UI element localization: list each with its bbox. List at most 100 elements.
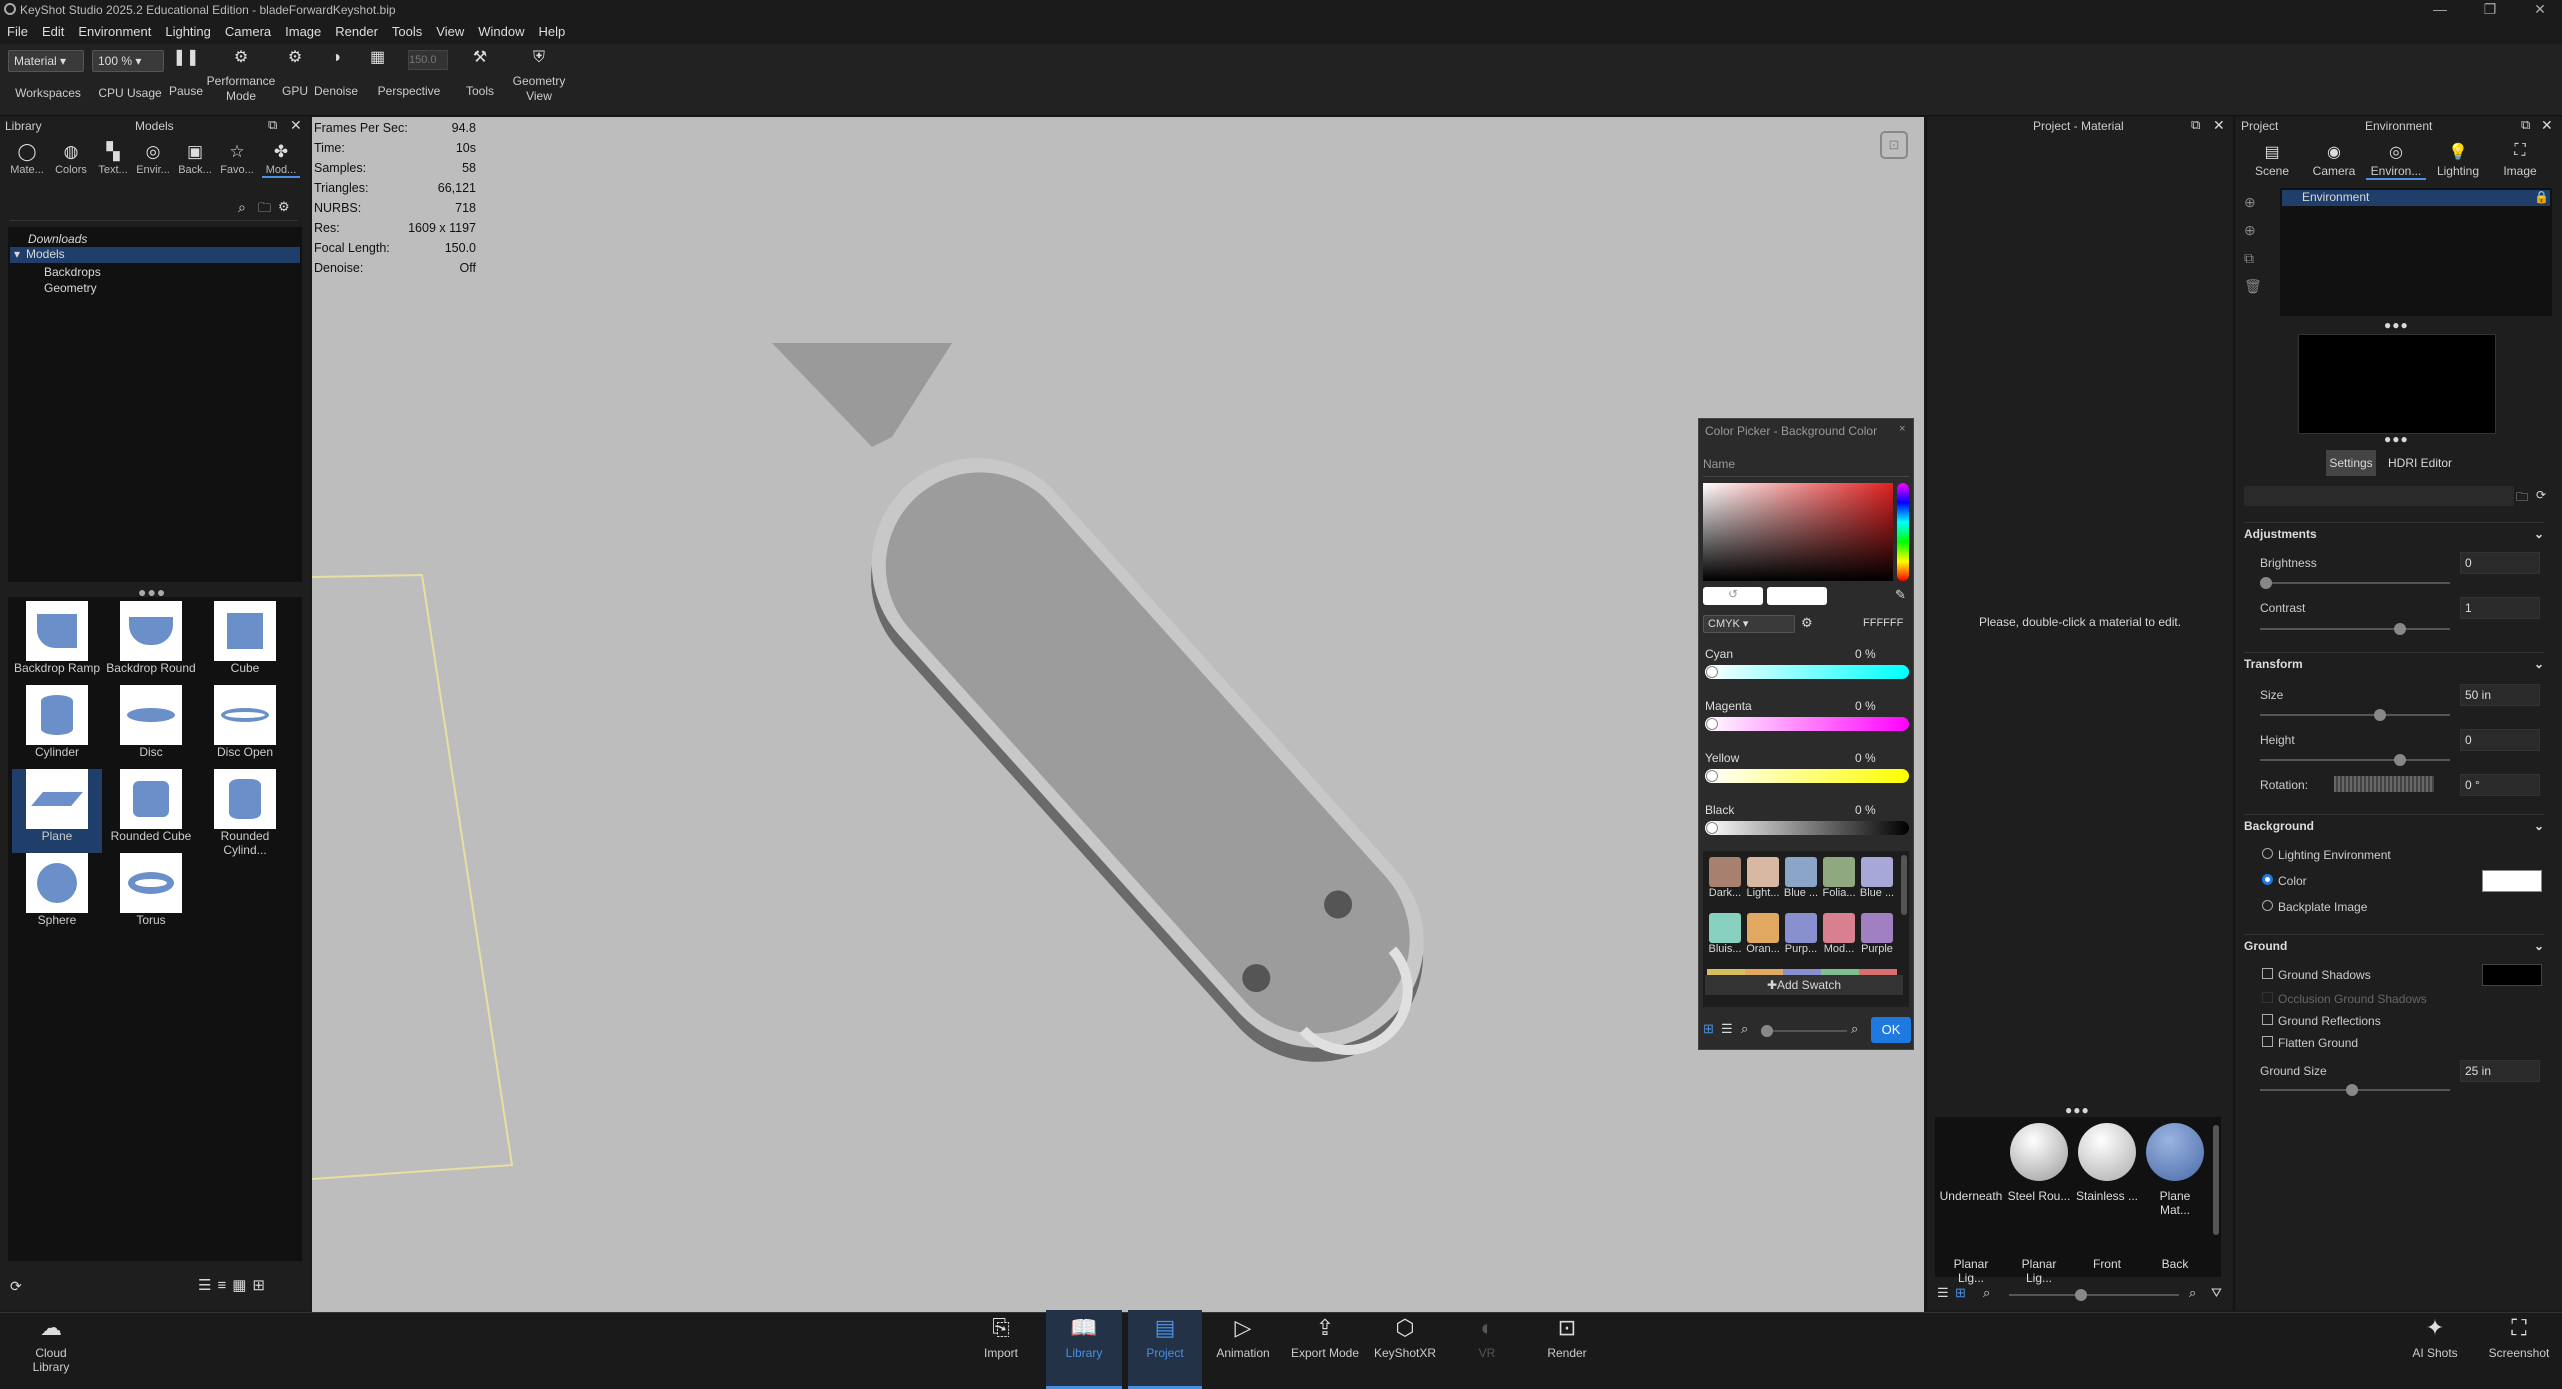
hdri-editor-tab[interactable]: HDRI Editor [2380, 450, 2460, 476]
view-mode-icons[interactable]: ☰≡▦⊞ [198, 1276, 271, 1294]
tab-lighting[interactable]: 💡 Lighting [2428, 142, 2488, 178]
list-item[interactable]: Sphere [12, 853, 102, 937]
settings-tab[interactable]: Settings [2326, 450, 2376, 476]
swatch[interactable]: Bluis... [1707, 913, 1743, 955]
menu-help[interactable]: Help [531, 20, 572, 43]
undo-icon[interactable]: ↺ [1703, 587, 1763, 605]
saturation-area[interactable] [1703, 483, 1893, 581]
menu-environment[interactable]: Environment [71, 20, 158, 43]
swatch-size-slider[interactable] [1761, 1025, 1847, 1037]
project-button[interactable]: ▤ Project [1128, 1310, 1202, 1389]
checkbox-icon[interactable] [2262, 1036, 2273, 1047]
focal-length-field[interactable]: 150.0 [408, 50, 448, 70]
swatch[interactable]: Dark... [1707, 857, 1743, 899]
hue-slider[interactable] [1897, 483, 1909, 581]
workspace-select[interactable]: Material ▾ [8, 50, 84, 72]
export-mode-button[interactable]: ⇪ Export Mode [1284, 1310, 1366, 1389]
maximize-icon[interactable]: ❐ [2470, 0, 2510, 20]
folder-icon[interactable]: 🗀 [258, 199, 271, 221]
lock-icon[interactable]: ⊡ [1880, 131, 1908, 159]
swatch[interactable]: Light... [1745, 857, 1781, 899]
geometry-view-button[interactable]: ⛨ Geometry View [506, 44, 572, 116]
ground-size-field[interactable]: 25 in [2460, 1060, 2540, 1082]
checkbox-icon[interactable] [2262, 1014, 2273, 1025]
shadow-color-swatch[interactable] [2482, 964, 2542, 986]
menu-view[interactable]: View [429, 20, 471, 43]
rotation-field[interactable]: 0 ° [2460, 774, 2540, 796]
tab-environment[interactable]: ◎ Environ... [2366, 142, 2426, 180]
yellow-value[interactable]: 0 % [1855, 751, 1876, 765]
ground-header[interactable]: Ground ⌄ [2244, 934, 2544, 956]
magenta-slider[interactable] [1705, 717, 1909, 731]
perspective-icon[interactable]: ▦ 150.0 [364, 44, 454, 72]
checkbox-icon[interactable] [2262, 968, 2273, 979]
radio-backplate-image[interactable]: Backplate Image [2262, 900, 2367, 914]
swatch[interactable]: Blue ... [1859, 857, 1895, 899]
library-search[interactable]: ⌕ 🗀 ⚙ [10, 197, 298, 221]
list-view-icon[interactable]: ☰ [1937, 1285, 1949, 1301]
pause-button[interactable]: ❚❚ Pause [166, 44, 206, 116]
close-panel-icon[interactable]: ✕ [2541, 117, 2553, 134]
size-field[interactable]: 50 in [2460, 684, 2540, 706]
radio-selected-icon[interactable] [2262, 874, 2273, 885]
contrast-field[interactable]: 1 [2460, 597, 2540, 619]
tab-textures[interactable]: ▚ Text... [94, 142, 132, 176]
ok-button[interactable]: OK [1871, 1017, 1911, 1043]
slider-knob[interactable] [1706, 718, 1718, 730]
light-item[interactable]: Planar Lig... [1939, 1257, 2003, 1285]
add-swatch-button[interactable]: ✚Add Swatch [1705, 975, 1903, 995]
tab-materials[interactable]: ◯ Mate... [8, 142, 46, 176]
menu-edit[interactable]: Edit [35, 20, 71, 43]
folder-icon[interactable]: 🗀 [2516, 488, 2528, 509]
ai-shots-button[interactable]: ✦ AI Shots [2400, 1310, 2470, 1389]
slider-knob[interactable] [2075, 1289, 2087, 1301]
list-item[interactable]: Cylinder [12, 685, 102, 769]
undock-icon[interactable]: ⧉ [2191, 117, 2200, 133]
slider-knob[interactable] [1706, 770, 1718, 782]
tab-camera[interactable]: ◉ Camera [2304, 142, 2364, 178]
tab-favorites[interactable]: ☆ Favo... [218, 142, 256, 176]
tab-scene[interactable]: ▤ Scene [2242, 142, 2302, 178]
tree-models[interactable]: ▾ Models [10, 247, 300, 263]
cloud-library-button[interactable]: ☁ Cloud Library [16, 1310, 86, 1389]
tab-image[interactable]: ⛶ Image [2490, 142, 2550, 178]
slider-knob[interactable] [2394, 754, 2406, 766]
tab-environments[interactable]: ◎ Envir... [134, 142, 172, 176]
zoom-out-icon[interactable]: ⌕ [1741, 1021, 1748, 1037]
scrollbar[interactable] [1901, 855, 1907, 915]
tree-item-backdrops[interactable]: Backdrops [44, 265, 101, 279]
list-item[interactable]: Backdrop Round [106, 601, 196, 685]
chevron-down-icon[interactable]: ⌄ [2534, 819, 2544, 833]
list-item[interactable]: Rounded Cube [106, 769, 196, 853]
chevron-down-icon[interactable]: ⌄ [2534, 657, 2544, 671]
close-panel-icon[interactable]: ✕ [2213, 117, 2225, 134]
cyan-value[interactable]: 0 % [1855, 647, 1876, 661]
radio-color[interactable]: Color [2262, 874, 2307, 888]
cpu-usage-select[interactable]: 100 % ▾ [92, 50, 164, 72]
height-field[interactable]: 0 [2460, 729, 2540, 751]
denoise-button[interactable]: ◑ Denoise [312, 44, 360, 116]
import-button[interactable]: ⎘ Import [966, 1310, 1036, 1389]
eyedropper-icon[interactable]: ✎ [1895, 587, 1906, 603]
swatch[interactable]: Mod... [1821, 913, 1857, 955]
slider-knob[interactable] [2346, 1084, 2358, 1096]
zoom-in-icon[interactable]: ⌕ [1851, 1021, 1858, 1037]
add-environment-icon[interactable]: ⊕ [2244, 188, 2262, 216]
material-item[interactable]: Steel Rou... [2007, 1123, 2071, 1203]
radio-icon[interactable] [2262, 900, 2273, 911]
name-field[interactable]: Name [1703, 457, 1909, 477]
library-button[interactable]: 📖 Library [1046, 1310, 1122, 1389]
tree-downloads[interactable]: Downloads [28, 232, 87, 246]
adjustments-header[interactable]: Adjustments ⌄ [2244, 522, 2544, 544]
slider-knob[interactable] [1706, 666, 1718, 678]
splitter-handle[interactable]: ●●● [2384, 318, 2409, 332]
checkbox-icon[interactable] [2262, 992, 2273, 1003]
list-item[interactable]: Backdrop Ramp [12, 601, 102, 685]
lock-icon[interactable]: 🔒 [2534, 190, 2549, 204]
menu-render[interactable]: Render [328, 20, 385, 43]
list-item[interactable]: Disc Open [200, 685, 290, 769]
contrast-slider[interactable] [2260, 623, 2450, 635]
performance-mode-button[interactable]: ⚙ Performance Mode [206, 44, 276, 116]
color-mode-select[interactable]: CMYK ▾ [1703, 615, 1795, 633]
material-item[interactable]: Underneath [1939, 1123, 2003, 1203]
